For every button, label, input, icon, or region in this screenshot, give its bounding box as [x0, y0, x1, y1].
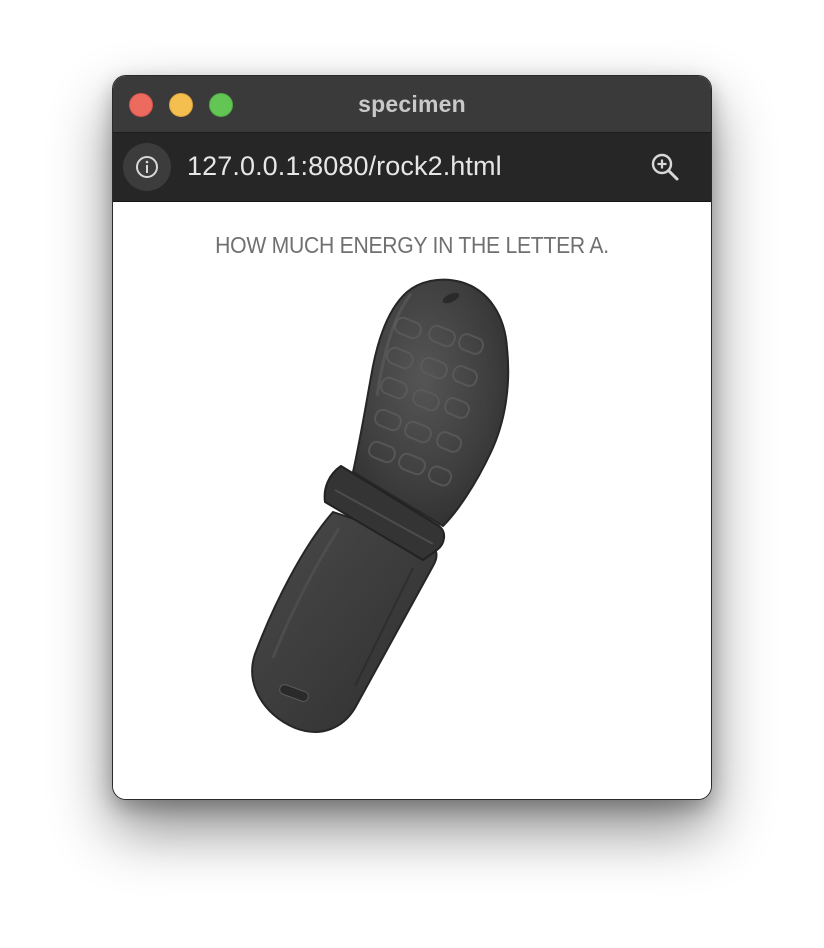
title-bar[interactable]: specimen	[113, 76, 711, 133]
site-info-button[interactable]	[123, 143, 171, 191]
url-field[interactable]: 127.0.0.1:8080/rock2.html	[187, 151, 502, 182]
address-bar: 127.0.0.1:8080/rock2.html	[113, 133, 711, 202]
page-zoom-button[interactable]	[649, 151, 681, 183]
page-content: HOW MUCH ENERGY IN THE LETTER A.	[113, 202, 711, 799]
page-caption: HOW MUCH ENERGY IN THE LETTER A.	[215, 232, 609, 258]
rock-specimen-image	[251, 278, 510, 733]
zoom-in-icon	[651, 153, 679, 181]
browser-window: specimen 127.0.0.1:8080/rock2.html HOW M…	[112, 75, 712, 800]
window-title: specimen	[358, 91, 466, 117]
info-icon	[136, 156, 158, 178]
